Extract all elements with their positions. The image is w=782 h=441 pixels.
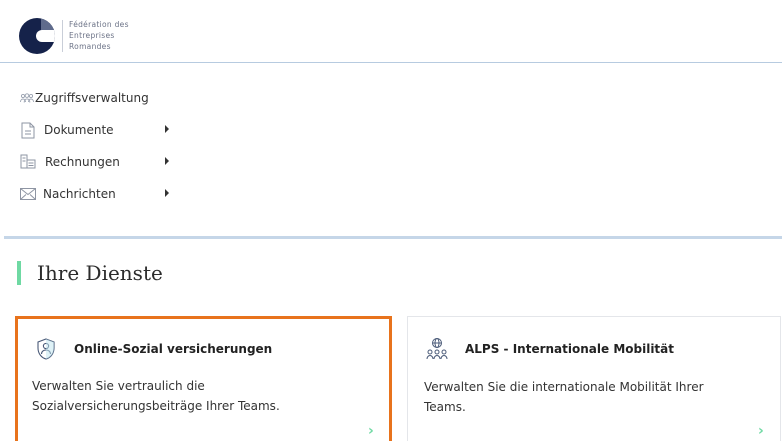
heading-accent-bar <box>17 261 21 285</box>
logo-line-1: Fédération des <box>69 20 129 29</box>
card-title: ALPS - Internationale Mobilität <box>465 342 674 356</box>
nav-label-nachrichten: Nachrichten <box>43 187 116 201</box>
nav-item-zugriffsverwaltung[interactable]: Zugriffsverwaltung <box>19 87 179 109</box>
service-card-alps[interactable]: ALPS - Internationale Mobilität Verwalte… <box>407 316 781 441</box>
submenu-caret-icon <box>165 125 169 133</box>
service-card-sozialversicherungen[interactable]: Online-Sozial versicherungen Verwalten S… <box>15 316 392 441</box>
document-icon <box>19 121 37 139</box>
header-divider <box>0 62 782 63</box>
submenu-caret-icon <box>165 157 169 165</box>
card-title: Online-Sozial versicherungen <box>74 342 273 356</box>
header: Fédération des Entreprises Romandes <box>0 0 782 62</box>
logo-line-2: Entreprises <box>69 31 115 40</box>
globe-people-icon <box>425 337 449 361</box>
services-heading: Ihre Dienste <box>17 259 163 287</box>
card-header: ALPS - Internationale Mobilität <box>425 337 674 361</box>
nav-label-zugriffsverwaltung: Zugriffsverwaltung <box>35 91 149 105</box>
envelope-icon <box>19 185 37 203</box>
submenu-caret-icon <box>165 189 169 197</box>
invoices-icon <box>19 153 37 171</box>
chevron-right-icon[interactable]: › <box>758 423 764 439</box>
card-description: Verwalten Sie die internationale Mobilit… <box>424 380 704 414</box>
services-title: Ihre Dienste <box>37 261 163 285</box>
nav-item-nachrichten[interactable]: Nachrichten <box>19 183 179 205</box>
chevron-right-icon[interactable]: › <box>368 423 374 439</box>
section-divider <box>4 236 782 239</box>
nav-item-dokumente[interactable]: Dokumente <box>19 119 179 141</box>
logo-divider <box>62 20 63 52</box>
logo-line-3: Romandes <box>69 42 111 51</box>
users-icon <box>19 89 34 107</box>
nav-label-dokumente: Dokumente <box>44 123 114 137</box>
card-header: Online-Sozial versicherungen <box>34 337 272 361</box>
shield-person-icon <box>34 337 58 361</box>
card-description: Verwalten Sie vertraulich die Sozialvers… <box>32 379 280 413</box>
logo-mark[interactable] <box>19 18 55 54</box>
nav-label-rechnungen: Rechnungen <box>45 155 120 169</box>
nav-item-rechnungen[interactable]: Rechnungen <box>19 151 179 173</box>
logo-text: Fédération des Entreprises Romandes <box>69 19 129 52</box>
